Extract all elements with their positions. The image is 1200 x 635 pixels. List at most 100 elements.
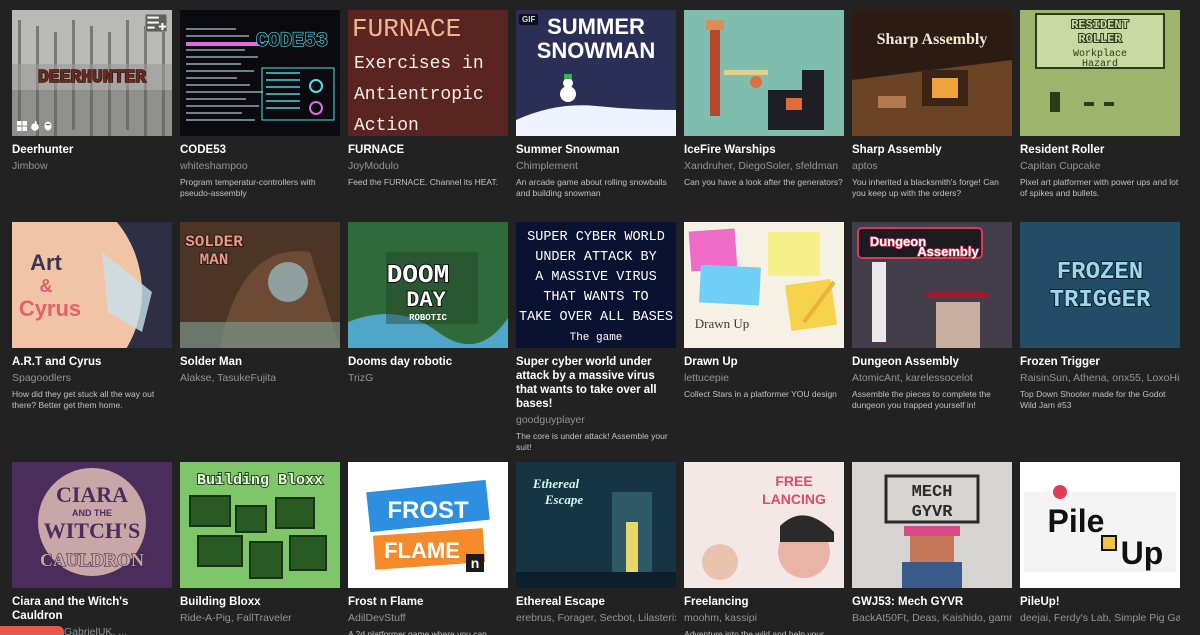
game-authors: whiteshampoo — [180, 159, 340, 173]
art-line: ROBOTIC — [409, 313, 447, 323]
author-link[interactable]: Ride-A-Pig — [180, 612, 231, 624]
game-title-link[interactable]: CODE53 — [180, 143, 340, 157]
game-authors: Alakse, TasukeFujita — [180, 371, 340, 385]
author-link[interactable]: whiteshampoo — [180, 160, 248, 172]
author-link[interactable]: onx55 — [1112, 372, 1141, 384]
game-cell: Art & Cyrus A.R.T and Cyrus Spagoodlers How d… — [12, 222, 172, 411]
author-link[interactable]: Athena — [1073, 372, 1106, 384]
game-thumbnail[interactable]: CIARA AND THE WITCH'S CAULDRON — [12, 462, 172, 588]
author-link[interactable]: goodguyplayer — [516, 414, 585, 426]
author-link[interactable]: AtomicAnt — [852, 372, 900, 384]
game-thumbnail[interactable]: Art & Cyrus — [12, 222, 172, 348]
game-title-link[interactable]: Super cyber world under attack by a mass… — [516, 355, 676, 411]
game-thumbnail[interactable]: FURNACE Exercises in Antientropic Action — [348, 10, 508, 136]
author-link[interactable]: DiegoSoler — [738, 160, 789, 172]
game-thumbnail[interactable]: Dungeon Assembly — [852, 222, 1012, 348]
game-thumbnail[interactable]: MECH GYVR — [852, 462, 1012, 588]
author-link[interactable]: Forager — [557, 612, 593, 624]
game-title-link[interactable]: FURNACE — [348, 143, 508, 157]
game-authors: lettucepie — [684, 371, 844, 385]
game-title-link[interactable]: Frozen Trigger — [1020, 355, 1180, 369]
author-link[interactable]: AdilDevStuff — [348, 612, 406, 624]
game-title-link[interactable]: Dungeon Assembly — [852, 355, 1012, 369]
game-thumbnail[interactable]: SOLDER MAN — [180, 222, 340, 348]
author-link[interactable]: Alakse — [180, 372, 212, 384]
game-title-link[interactable]: Frost n Flame — [348, 595, 508, 609]
game-thumbnail[interactable]: Sharp Assembly — [852, 10, 1012, 136]
game-title-link[interactable]: Solder Man — [180, 355, 340, 369]
author-link[interactable]: TasukeFujita — [217, 372, 276, 384]
game-thumbnail[interactable]: DOOM DAY ROBOTIC — [348, 222, 508, 348]
author-link[interactable]: Spagoodlers — [12, 372, 71, 384]
author-link[interactable]: erebrus — [516, 612, 552, 624]
author-link[interactable]: karelessocelot — [906, 372, 973, 384]
art-title: CIARA — [56, 482, 128, 507]
author-link[interactable]: TrizG — [348, 372, 373, 384]
author-link[interactable]: Jimbow — [12, 160, 48, 172]
author-link[interactable]: Ferdy's Lab — [1054, 612, 1109, 624]
game-title-link[interactable]: PileUp! — [1020, 595, 1180, 609]
game-thumbnail[interactable]: CODE53 — [180, 10, 340, 136]
game-title-link[interactable]: Building Bloxx — [180, 595, 340, 609]
game-cell: MECH GYVR GWJ53: Mech GYVR BackAt50Ft, Deas… — [852, 462, 1012, 625]
game-thumbnail[interactable] — [684, 10, 844, 136]
author-link[interactable]: gammagoat — [989, 612, 1012, 624]
game-thumbnail[interactable]: FROST FLAME n — [348, 462, 508, 588]
windows-icon — [17, 121, 27, 131]
author-link[interactable]: aptos — [852, 160, 878, 172]
author-link[interactable]: Simple Pig Games — [1114, 612, 1180, 624]
platform-icons — [17, 121, 53, 131]
author-link[interactable]: Lilasterix — [638, 612, 676, 624]
art-title: FREE — [775, 473, 812, 489]
author-link[interactable]: kassipi — [725, 612, 757, 624]
author-link[interactable]: lettucepie — [684, 372, 729, 384]
game-thumbnail[interactable]: Building Bloxx — [180, 462, 340, 588]
art-title: CAULDRON — [40, 550, 144, 570]
game-thumbnail[interactable]: SUMMER SNOWMAN GIF — [516, 10, 676, 136]
game-title-link[interactable]: Sharp Assembly — [852, 143, 1012, 157]
game-title-link[interactable]: IceFire Warships — [684, 143, 844, 157]
game-thumbnail[interactable]: SUPER CYBER WORLD UNDER ATTACK BY A MASSIV… — [516, 222, 676, 348]
game-title-link[interactable]: Summer Snowman — [516, 143, 676, 157]
game-title-link[interactable]: Dooms day robotic — [348, 355, 508, 369]
game-thumbnail[interactable]: FROZEN TRIGGER — [1020, 222, 1180, 348]
add-to-collection-icon[interactable] — [145, 14, 167, 32]
author-link[interactable]: RaisinSun — [1020, 372, 1068, 384]
author-link[interactable]: deejai — [1020, 612, 1048, 624]
game-title-link[interactable]: Deerhunter — [12, 143, 172, 157]
game-cell: FREE LANCING Freelancing moohm, kassipi Adve… — [684, 462, 844, 635]
game-title-link[interactable]: Freelancing — [684, 595, 844, 609]
author-link[interactable]: LoxoHighScore — [1147, 372, 1180, 384]
game-thumbnail[interactable]: Pile Up — [1020, 462, 1180, 588]
game-title-link[interactable]: Ethereal Escape — [516, 595, 676, 609]
author-link[interactable]: sfeldman — [796, 160, 839, 172]
game-cell: Dungeon Assembly Dungeon Assembly AtomicAnt… — [852, 222, 1012, 411]
game-title-link[interactable]: Drawn Up — [684, 355, 844, 369]
author-link[interactable]: Xandruher — [684, 160, 732, 172]
art-title: FLAME — [384, 538, 460, 563]
author-link[interactable]: ... — [118, 626, 127, 635]
author-link[interactable]: BackAt50Ft — [852, 612, 906, 624]
author-link[interactable]: Capitan Cupcake — [1020, 160, 1101, 172]
game-cell: DOOM DAY ROBOTIC Dooms day robotic TrizG — [348, 222, 508, 385]
author-link[interactable]: FallTraveler — [237, 612, 292, 624]
game-thumbnail[interactable]: RESIDENT ROLLER Workplace Hazard — [1020, 10, 1180, 136]
game-cover-art: MECHGYVR — [852, 462, 1012, 588]
game-thumbnail[interactable]: Drawn Up — [684, 222, 844, 348]
author-link[interactable]: Deas — [912, 612, 937, 624]
author-link[interactable]: Chimplement — [516, 160, 578, 172]
game-title-link[interactable]: Resident Roller — [1020, 143, 1180, 157]
author-link[interactable]: Secbot — [599, 612, 632, 624]
game-title-link[interactable]: A.R.T and Cyrus — [12, 355, 172, 369]
game-thumbnail[interactable]: DEERHUNTER — [12, 10, 172, 136]
author-link[interactable]: JoyModulo — [348, 160, 399, 172]
game-title-link[interactable]: GWJ53: Mech GYVR — [852, 595, 1012, 609]
author-link[interactable]: moohm — [684, 612, 719, 624]
game-title-link[interactable]: Ciara and the Witch's Cauldron — [12, 595, 172, 623]
author-link[interactable]: Kaishido — [942, 612, 982, 624]
notification-toast[interactable] — [0, 626, 64, 635]
game-thumbnail[interactable]: Ethereal Escape — [516, 462, 676, 588]
game-thumbnail[interactable]: FREE LANCING — [684, 462, 844, 588]
game-authors: Chimplement — [516, 159, 676, 173]
art-title: Assembly — [917, 244, 979, 259]
